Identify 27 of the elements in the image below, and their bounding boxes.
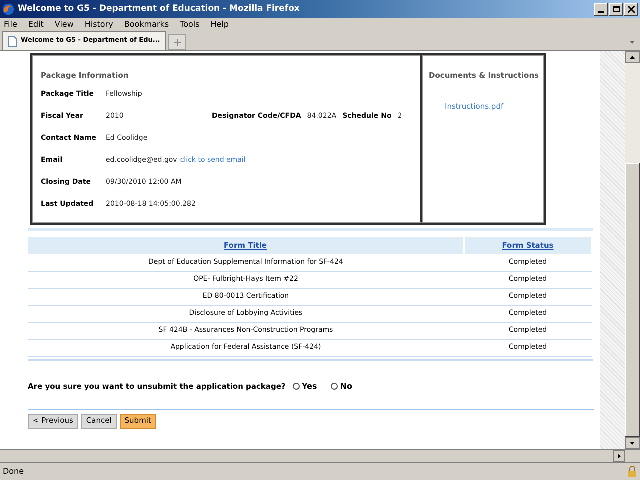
- window-title: Welcome to G5 - Department of Education - Mozilla Firefox: [18, 2, 301, 16]
- horizontal-scrollbar[interactable]: [0, 449, 640, 462]
- arrow-up-icon[interactable]: [630, 56, 635, 58]
- radio-label: Yes: [302, 380, 318, 392]
- padlock-icon: [628, 466, 637, 477]
- menu-item[interactable]: Tools: [180, 19, 200, 31]
- radio-button[interactable]: [293, 383, 300, 390]
- menu-item[interactable]: View: [54, 19, 74, 31]
- close-icon: [628, 6, 634, 12]
- menu-item[interactable]: Edit: [28, 19, 44, 31]
- status-text: Done: [3, 466, 26, 478]
- restore-button[interactable]: [609, 2, 623, 16]
- vertical-scrollbar[interactable]: [625, 51, 640, 449]
- close-button[interactable]: [624, 2, 638, 16]
- minimize-button[interactable]: [594, 2, 608, 16]
- menu-item[interactable]: Help: [210, 19, 230, 31]
- plus-icon: [174, 38, 181, 46]
- arrow-right-icon[interactable]: [618, 454, 620, 458]
- menu-item[interactable]: History: [84, 19, 114, 31]
- page-icon: [8, 36, 17, 46]
- new-tab-button[interactable]: [168, 34, 186, 50]
- arrow-down-icon[interactable]: [630, 442, 635, 444]
- caret-down-icon: [630, 40, 634, 44]
- menu-item[interactable]: Bookmarks: [124, 19, 170, 31]
- menu-item[interactable]: File: [4, 19, 18, 31]
- radio-label: No: [340, 380, 352, 392]
- radio-button[interactable]: [331, 383, 338, 390]
